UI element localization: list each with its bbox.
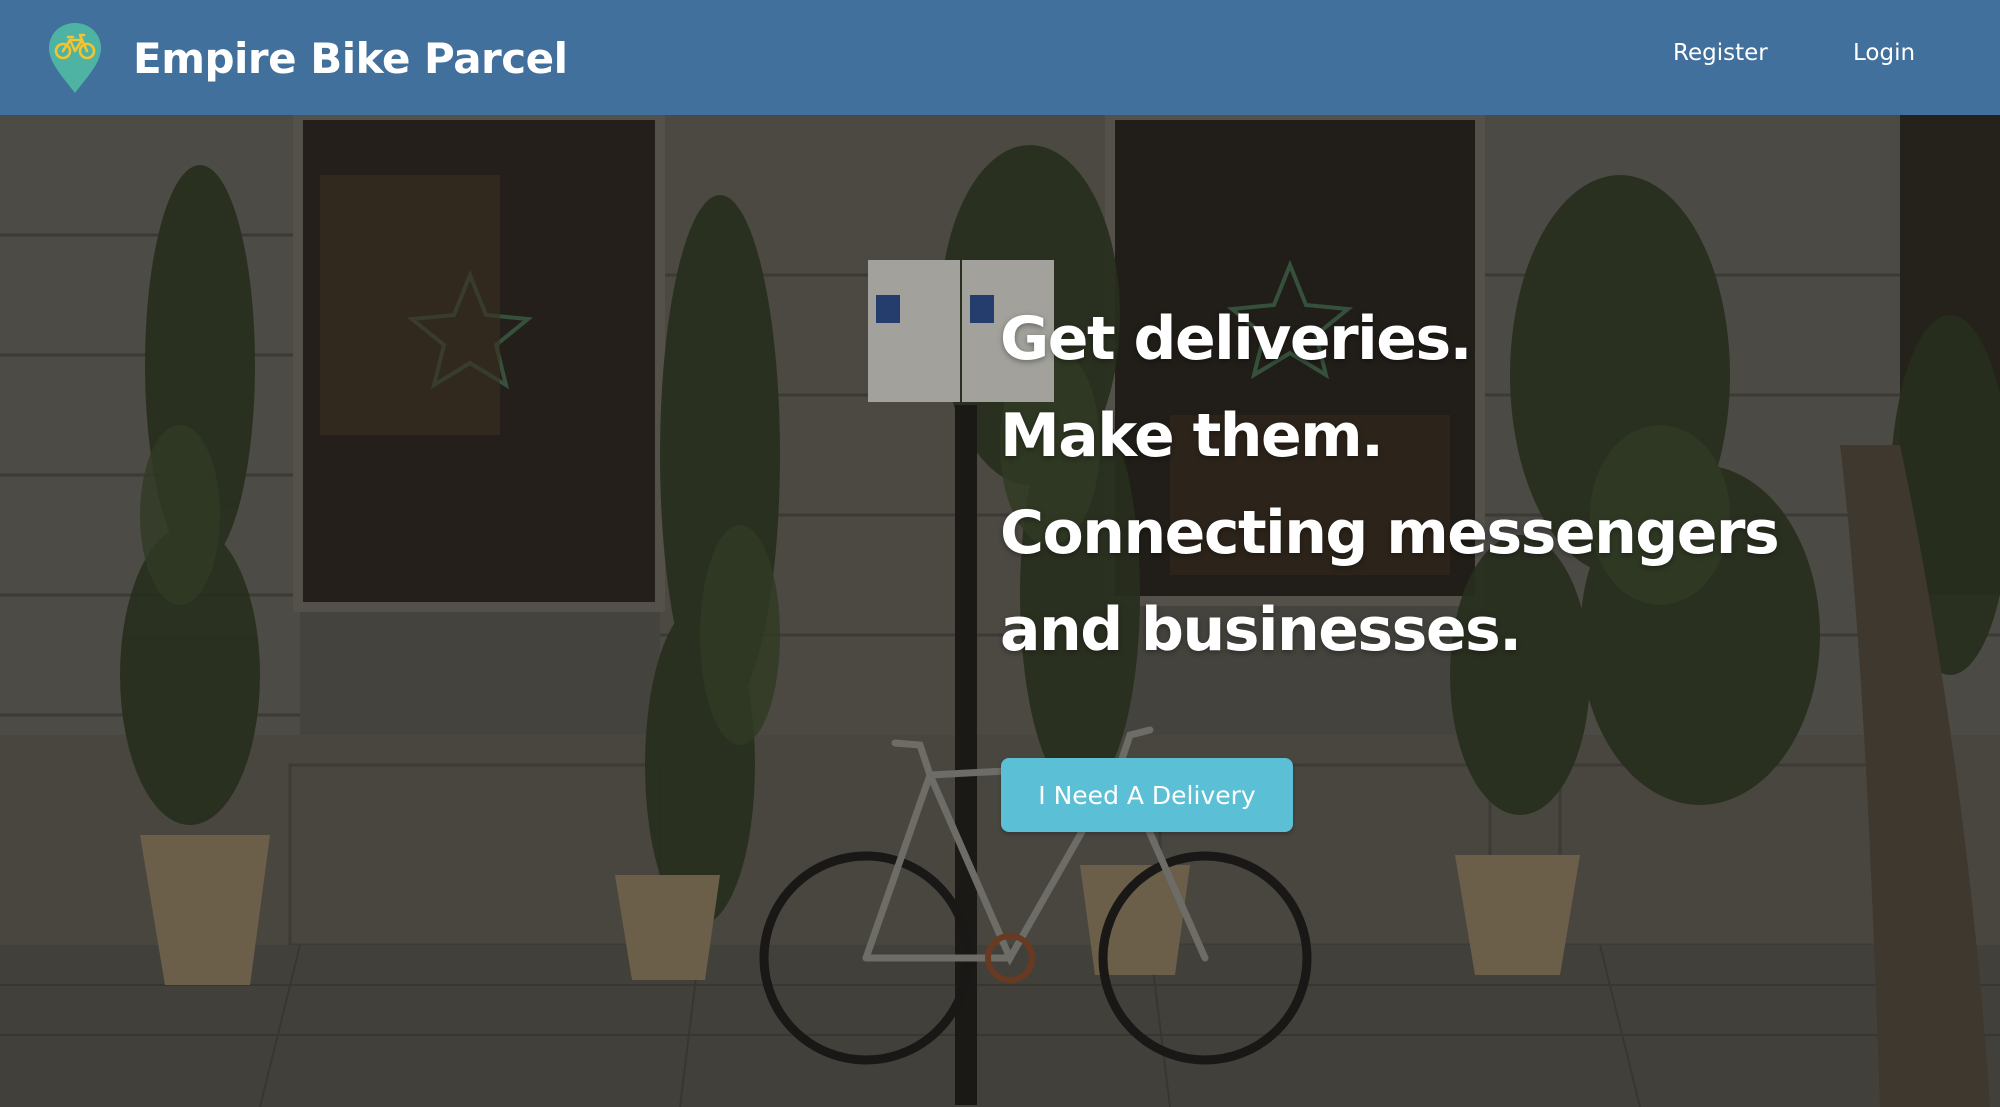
- hero-section: Get deliveries. Make them. Connecting me…: [0, 115, 2000, 1107]
- headline-line-3: Connecting messengers: [1000, 498, 1780, 568]
- hero-headline: Get deliveries. Make them. Connecting me…: [1000, 291, 1780, 679]
- bike-location-pin-icon: [49, 23, 101, 93]
- request-delivery-button[interactable]: I Need A Delivery: [1001, 758, 1293, 832]
- headline-line-4: and businesses.: [1000, 595, 1522, 665]
- headline-line-1: Get deliveries.: [1000, 304, 1472, 374]
- headline-line-2: Make them.: [1000, 401, 1384, 471]
- navbar: Empire Bike Parcel Register Login: [0, 0, 2000, 115]
- brand-link[interactable]: Empire Bike Parcel: [47, 18, 568, 98]
- page: Empire Bike Parcel Register Login Get de…: [0, 0, 2000, 1107]
- brand-name: Empire Bike Parcel: [133, 33, 568, 83]
- login-link[interactable]: Login: [1853, 40, 1915, 66]
- register-link[interactable]: Register: [1673, 40, 1768, 66]
